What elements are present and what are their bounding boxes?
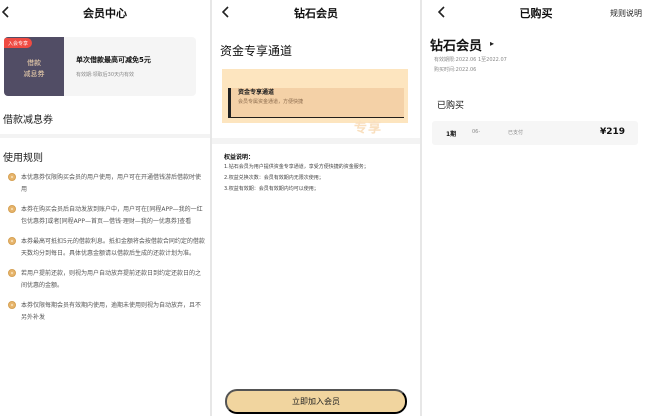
benefits-list: 1.钻石会员为用户提供资金专享通道，享受方便快捷的资金服务； 2.权益兑换次数：…: [224, 162, 410, 195]
coin-icon: [8, 173, 16, 181]
order-period: 1期: [446, 131, 457, 138]
section-separator: [212, 138, 420, 144]
page-title: 会员中心: [83, 7, 127, 20]
rule-item: 本优惠券仅限购买会员的用户使用，用户可在开通借钱游后借款时使用: [8, 172, 206, 196]
top-bar: 钻石会员: [212, 0, 420, 24]
section-separator: [0, 134, 210, 138]
member-badge: 入会专享: [4, 38, 33, 48]
rules-list: 本优惠券仅限购买会员的用户使用，用户可在开通借钱游后借款时使用 本券在购买会员后…: [8, 172, 206, 332]
order-date: 06-: [472, 129, 481, 135]
section-title-discount: 借款减息券: [3, 115, 53, 126]
coupon-left-block: 入会专享 借款 减息券: [4, 37, 64, 96]
rule-text: 本券在购买会员后自动发放到账户中，用户可在[同程APP—我的一红包优惠券]或者[…: [21, 206, 203, 225]
coupon-name-line1: 借款: [27, 59, 41, 67]
fund-channel-banner: 资金专享通道 会员专属资金通道，方便快捷 专享: [222, 69, 408, 136]
rule-text: 本券仅限每期会员有效期内使用，逾期未使用则视为自动放弃，且不另外补发: [21, 302, 202, 321]
validity-period: 有效期限:2022.06 1至2022.07: [434, 57, 507, 63]
benefits-heading: 权益说明：: [224, 154, 255, 161]
coupon-main-text: 单次借款最高可减免5元: [76, 56, 151, 64]
purchased-screen: 已购买 规则说明 钻石会员 ▸ 有效期限:2022.06 1至2022.07 购…: [422, 0, 650, 416]
rule-text: 若用户提前还款，则视为用户自动放弃提前还款日到约定还款日的之间优惠的金额。: [21, 270, 202, 289]
banner-subtitle: 会员专属资金通道，方便快捷: [238, 99, 304, 105]
rule-item: 本券在购买会员后自动发放到账户中，用户可在[同程APP—我的一红包优惠券]或者[…: [8, 204, 206, 228]
benefit-item: 1.钻石会员为用户提供资金专享通道，享受方便快捷的资金服务；: [224, 164, 369, 170]
membership-arrow-icon[interactable]: ▸: [490, 39, 494, 48]
coupon-name-line2: 减息券: [23, 70, 45, 79]
page-title: 钻石会员: [294, 7, 338, 20]
top-bar: 会员中心: [0, 0, 210, 24]
coin-icon: [8, 237, 16, 245]
rule-text: 本券最高可抵扣5元的借款利息。抵扣金额将会按借款合同约定的借款天数均分到每日。具…: [21, 238, 205, 257]
coupon-name: 借款 减息券: [4, 58, 64, 80]
loan-discount-coupon-card[interactable]: 入会专享 借款 减息券 单次借款最高可减免5元 有效期:领取后30天内有效: [4, 37, 196, 96]
benefit-item: 3.权益有效期：会员有效期内均可以使用；: [224, 186, 319, 192]
purchased-title: 已购买: [437, 101, 465, 111]
banner-watermark: 专享: [354, 121, 383, 136]
banner-title: 资金专享通道: [238, 89, 275, 96]
coin-icon: [8, 301, 16, 309]
top-bar: 已购买 规则说明: [422, 0, 650, 24]
join-member-button[interactable]: 立即加入会员: [225, 389, 407, 414]
coupon-validity: 有效期:领取后30天内有效: [76, 72, 135, 78]
order-price: ¥219: [599, 127, 625, 137]
rule-item: 若用户提前还款，则视为用户自动放弃提前还款日到约定还款日的之间优惠的金额。: [8, 268, 206, 292]
order-status: 已支付: [508, 130, 524, 136]
coin-icon: [8, 269, 16, 277]
section-title-rules: 使用规则: [3, 153, 43, 164]
purchase-time: 购买时间:2022.06: [434, 67, 477, 73]
order-row[interactable]: 1期 06- 已支付 ¥219: [432, 121, 638, 145]
rule-item: 本券最高可抵扣5元的借款利息。抵扣金额将会按借款合同约定的借款天数均分到每日。具…: [8, 236, 206, 260]
rule-item: 本券仅限每期会员有效期内使用，逾期未使用则视为自动放弃，且不另外补发: [8, 300, 206, 324]
three-screen-composite: 会员中心 入会专享 借款 减息券 单次借款最高可减免5元 有效期:领取后30天内…: [0, 0, 650, 416]
rules-link[interactable]: 规则说明: [610, 8, 642, 19]
benefit-item: 2.权益兑换次数：会员有效期内无限次使用；: [224, 175, 324, 181]
membership-name: 钻石会员: [430, 39, 483, 54]
member-center-screen: 会员中心 入会专享 借款 减息券 单次借款最高可减免5元 有效期:领取后30天内…: [0, 0, 210, 416]
diamond-member-screen: 钻石会员 资金专享通道 资金专享通道 会员专属资金通道，方便快捷 专享 权益说明…: [212, 0, 420, 416]
fund-channel-heading: 资金专享通道: [220, 44, 293, 58]
rule-text: 本优惠券仅限购买会员的用户使用，用户可在开通借钱游后借款时使用: [21, 174, 202, 193]
coin-icon: [8, 205, 16, 213]
